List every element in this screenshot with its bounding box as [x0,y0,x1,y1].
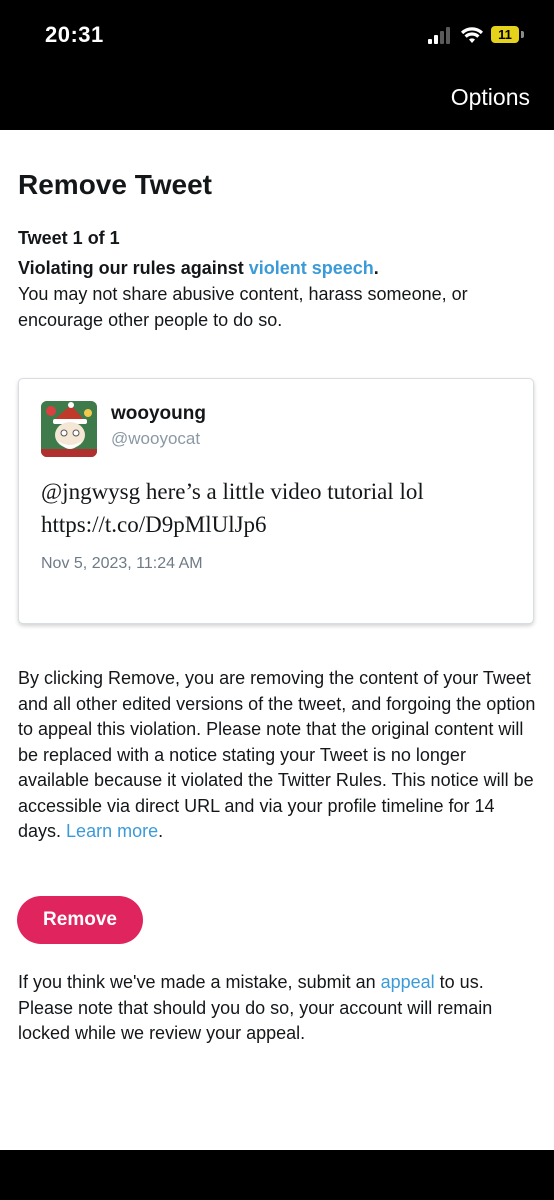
removal-explanation: By clicking Remove, you are removing the… [18,666,538,845]
tweet-text-line-1: @jngwysg here’s a little video tutorial … [41,479,424,504]
tweet-display-name[interactable]: wooyoung [111,403,206,425]
page-title: Remove Tweet [18,169,212,200]
learn-more-link[interactable]: Learn more [66,821,158,841]
battery-tip [521,31,524,38]
battery-icon: 11 [491,26,519,43]
appeal-prefix: If you think we've made a mistake, submi… [18,972,381,992]
status-time: 20:31 [45,22,104,47]
violation-description: You may not share abusive content, haras… [18,284,468,330]
violation-heading: Violating our rules against violent spee… [18,256,534,280]
learn-more-suffix: . [158,821,164,841]
tweet-date: Nov 5, 2023, 11:24 AM [41,555,203,572]
tweet-count: Tweet 1 of 1 [18,228,120,248]
main-content: Remove Tweet Tweet 1 of 1 Violating our … [18,150,534,333]
violation-prefix: Violating our rules against [18,258,249,278]
options-button[interactable]: Options [451,84,530,111]
wifi-icon [461,27,483,43]
tweet-text-line-2: https://t.co/D9pMlUlJp6 [41,512,267,537]
tweet-text: @jngwysg here’s a little video tutorial … [41,475,521,541]
appeal-notice: If you think we've made a mistake, submi… [18,970,538,1047]
appeal-link[interactable]: appeal [381,972,435,992]
bottom-bar [0,1150,554,1200]
remove-button[interactable]: Remove [17,896,143,944]
explanation-text: By clicking Remove, you are removing the… [18,668,536,841]
tweet-card: wooyoung @wooyocat @jngwysg here’s a lit… [18,378,534,624]
cellular-signal-icon [428,26,454,44]
violent-speech-link[interactable]: violent speech [249,258,374,278]
violation-suffix: . [373,258,379,278]
top-bar: 20:31 11 Options [0,0,554,130]
avatar-image [41,401,97,457]
avatar [41,401,97,457]
tweet-handle[interactable]: @wooyocat [111,429,200,449]
